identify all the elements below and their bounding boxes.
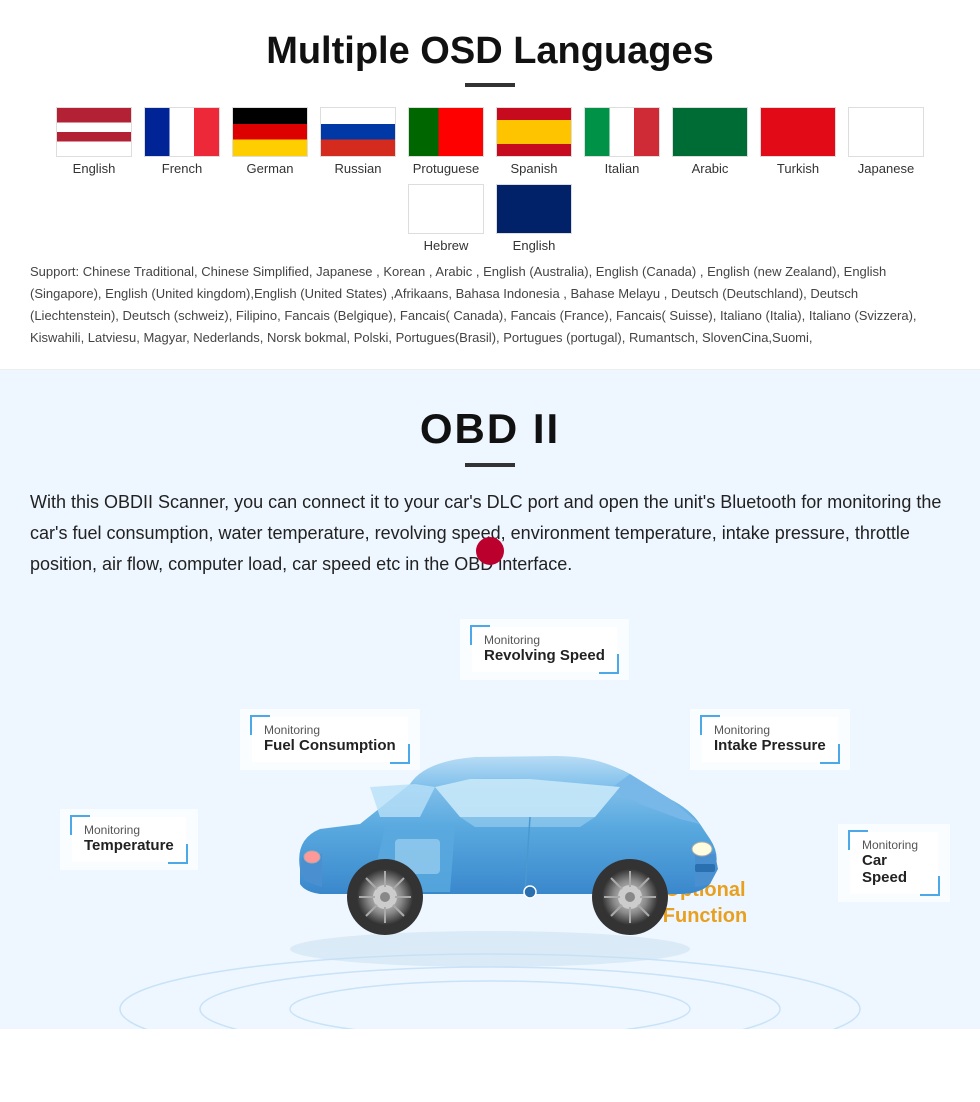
speed-mainlabel: Car Speed xyxy=(862,852,926,886)
flag-box-4 xyxy=(408,107,484,157)
flag-label-9: Japanese xyxy=(858,161,914,176)
flag-label-2: German xyxy=(247,161,294,176)
flag-label-3: Russian xyxy=(335,161,382,176)
osd-section: Multiple OSD Languages English French Germ… xyxy=(0,0,980,370)
flag-label-4: Protuguese xyxy=(413,161,480,176)
flag-item-3: Russian xyxy=(318,107,398,176)
flag-box-6 xyxy=(584,107,660,157)
flag-item-1: French xyxy=(142,107,222,176)
temp-mainlabel: Temperature xyxy=(84,837,174,854)
flag-item-10: Hebrew xyxy=(406,184,486,253)
flags-row: English French German Russian Protuguese Span… xyxy=(30,107,950,253)
obd-description: With this OBDII Scanner, you can connect… xyxy=(30,487,950,579)
flag-box-8 xyxy=(760,107,836,157)
revolving-sublabel: Monitoring xyxy=(484,633,605,647)
flag-box-1 xyxy=(144,107,220,157)
flag-item-5: Spanish xyxy=(494,107,574,176)
flag-item-0: English xyxy=(54,107,134,176)
monitor-diagram: Monitoring Revolving Speed Monitoring Fu… xyxy=(30,609,950,1029)
flag-box-3 xyxy=(320,107,396,157)
flag-label-10: Hebrew xyxy=(424,238,469,253)
flag-item-9: Japanese xyxy=(846,107,926,176)
obd-section: OBD II With this OBDII Scanner, you can … xyxy=(0,370,980,1029)
flag-label-0: English xyxy=(73,161,116,176)
flag-box-0 xyxy=(56,107,132,157)
obd-divider xyxy=(465,463,515,467)
flag-label-5: Spanish xyxy=(511,161,558,176)
car-illustration xyxy=(230,669,750,1009)
speed-sublabel: Monitoring xyxy=(862,838,926,852)
flag-box-10 xyxy=(408,184,484,234)
flag-box-2 xyxy=(232,107,308,157)
flag-box-11 xyxy=(496,184,572,234)
flag-item-7: Arabic xyxy=(670,107,750,176)
flag-item-6: Italian xyxy=(582,107,662,176)
temp-sublabel: Monitoring xyxy=(84,823,174,837)
flag-box-7 xyxy=(672,107,748,157)
flag-item-4: Protuguese xyxy=(406,107,486,176)
flag-box-5 xyxy=(496,107,572,157)
support-text: Support: Chinese Traditional, Chinese Si… xyxy=(30,261,950,349)
revolving-mainlabel: Revolving Speed xyxy=(484,647,605,664)
flag-box-9 xyxy=(848,107,924,157)
title-divider xyxy=(465,83,515,87)
flag-item-8: Turkish xyxy=(758,107,838,176)
flag-label-6: Italian xyxy=(605,161,640,176)
flag-label-7: Arabic xyxy=(692,161,729,176)
flag-label-8: Turkish xyxy=(777,161,819,176)
osd-title: Multiple OSD Languages xyxy=(30,30,950,73)
flag-item-11: English xyxy=(494,184,574,253)
obd-title: OBD II xyxy=(30,405,950,453)
monitor-temperature: Monitoring Temperature xyxy=(60,809,198,870)
flag-label-1: French xyxy=(162,161,202,176)
flag-item-2: German xyxy=(230,107,310,176)
flag-label-11: English xyxy=(513,238,556,253)
